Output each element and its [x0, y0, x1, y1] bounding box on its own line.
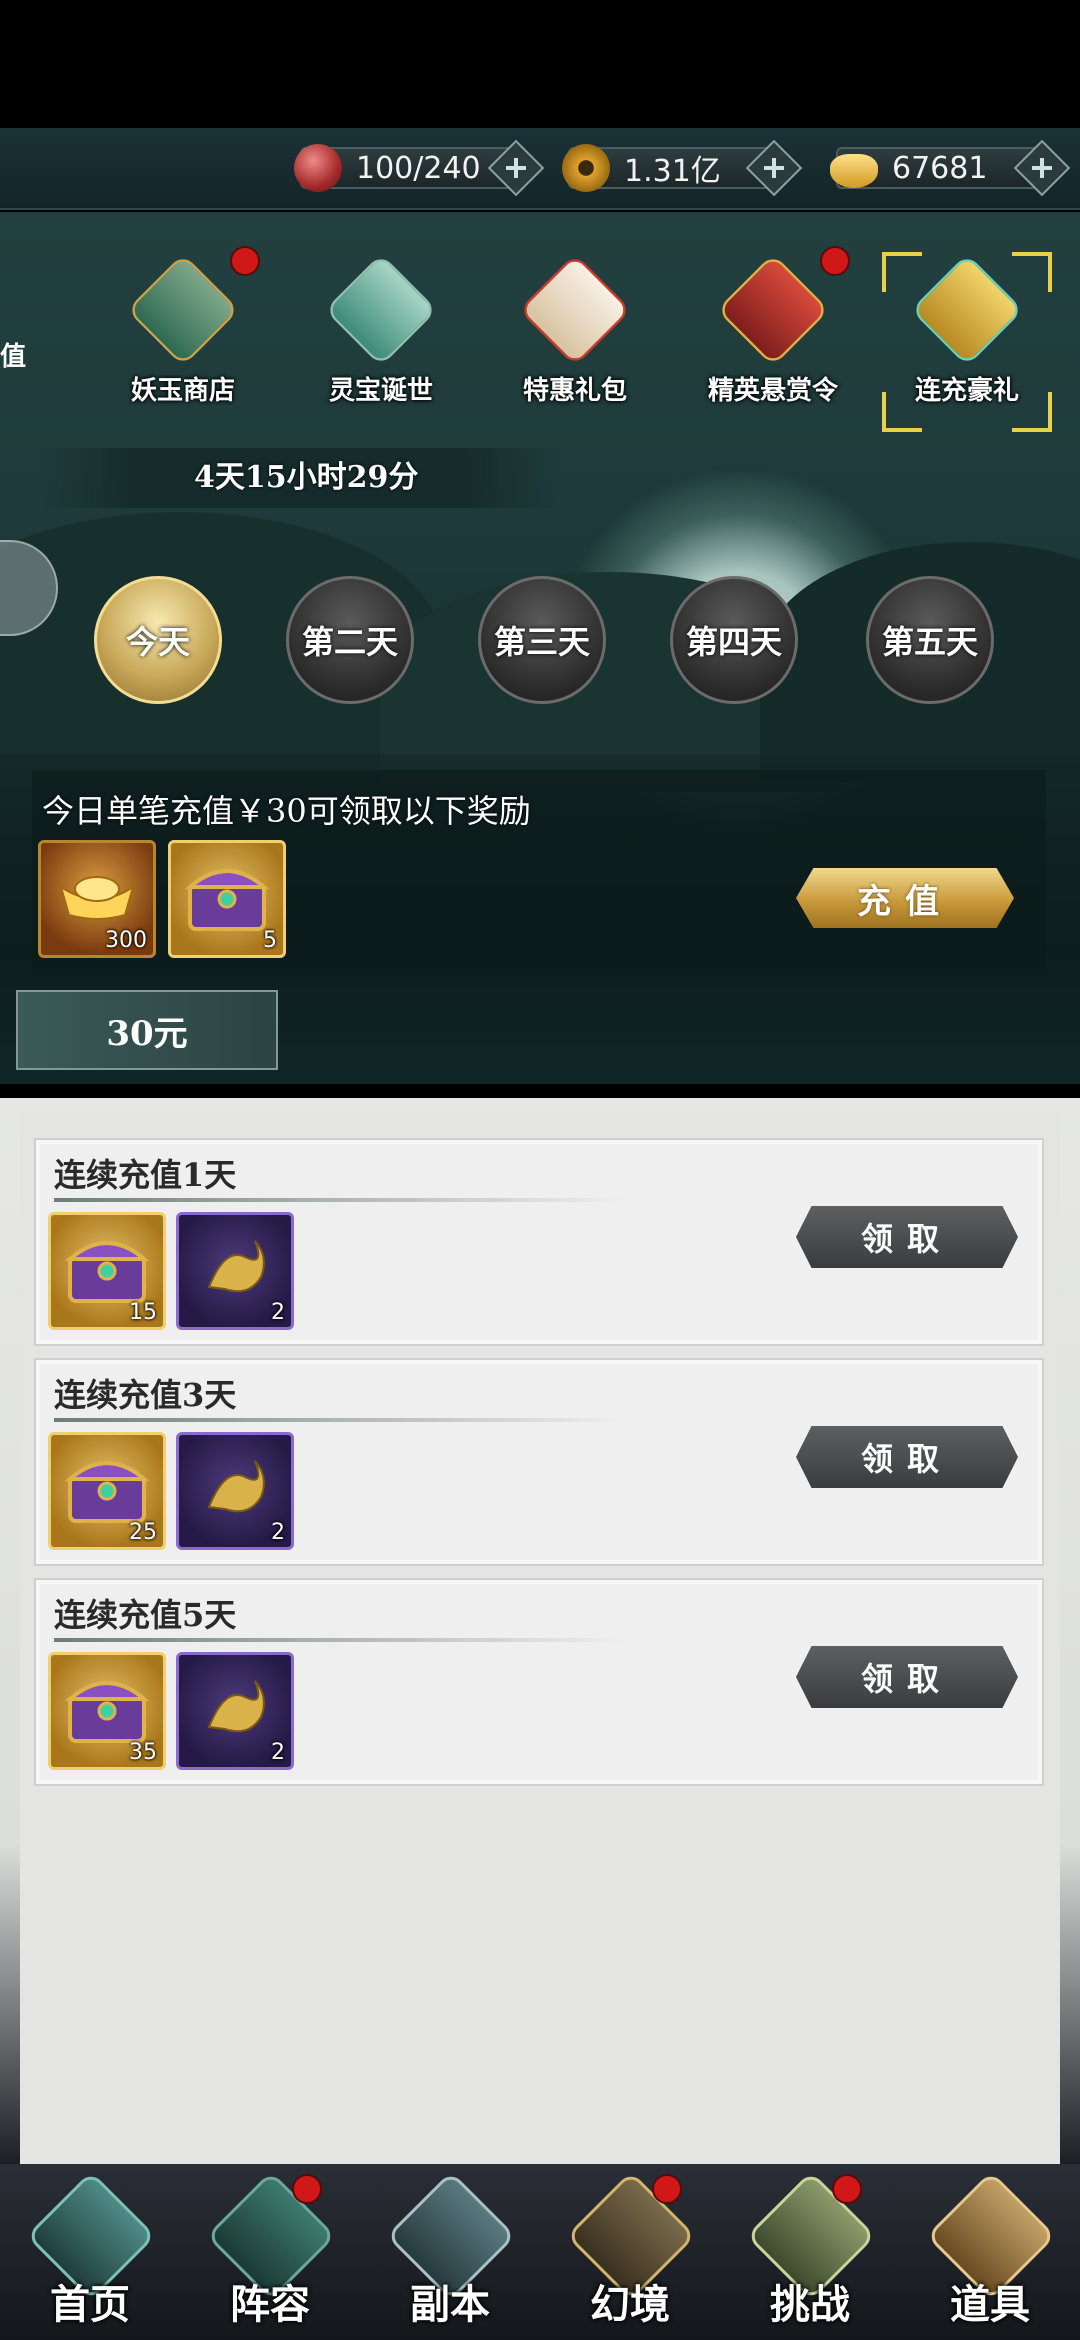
notification-badge — [230, 246, 260, 276]
nav-label: 幻境 — [590, 2281, 670, 2328]
gold-value: 67681 — [892, 150, 988, 186]
reward-item[interactable]: 15 — [48, 1212, 166, 1330]
gift-box-icon — [518, 253, 632, 367]
nav-items[interactable]: 道具 — [900, 2164, 1080, 2340]
claim-button[interactable]: 领取 — [796, 1646, 1018, 1708]
day-tab-5[interactable]: 第五天 — [866, 576, 994, 704]
claim-button[interactable]: 领取 — [796, 1206, 1018, 1268]
gold-ingot-icon — [830, 154, 878, 188]
status-bar-area — [0, 0, 1080, 128]
nav-label: 道具 — [950, 2281, 1030, 2328]
activity-tabs: 妖玉商店 灵宝诞世 特惠礼包 精英悬赏令 连充豪礼 — [0, 212, 1080, 432]
reward-item[interactable]: 25 — [48, 1432, 166, 1550]
purple-chest-icon — [184, 868, 270, 931]
reward-item[interactable]: 35 — [48, 1652, 166, 1770]
golden-dragon-icon — [207, 1679, 265, 1732]
tab-shop[interactable]: 妖玉商店 — [98, 242, 268, 412]
reward-item[interactable]: 300 — [38, 840, 156, 958]
tab-treasure[interactable]: 灵宝诞世 — [296, 242, 466, 412]
purple-chest-icon — [64, 1460, 150, 1523]
nav-label: 阵容 — [230, 2281, 310, 2328]
daily-reward-condition: 今日单笔充值￥30可领取以下奖励 — [42, 792, 531, 830]
nav-lineup[interactable]: 阵容 — [180, 2164, 360, 2340]
reward-item[interactable]: 2 — [176, 1652, 294, 1770]
list-item: 连续充值3天 25 2 领取 — [34, 1358, 1044, 1566]
tab-label: 精英悬赏令 — [707, 376, 838, 406]
list-item: 连续充值5天 35 2 领取 — [34, 1578, 1044, 1786]
nav-label: 首页 — [50, 2281, 130, 2328]
day-tab-3[interactable]: 第三天 — [478, 576, 606, 704]
golden-dragon-icon — [207, 1239, 265, 1292]
title-underline — [54, 1418, 624, 1422]
item-count: 15 — [129, 1300, 157, 1325]
bottom-nav: 首页 阵容 副本 幻境 挑战 道具 — [0, 2164, 1080, 2340]
selection-corner — [1012, 252, 1052, 292]
notification-badge — [292, 2174, 322, 2204]
stamina-value: 100/240 — [356, 150, 481, 186]
purple-chest-icon — [64, 1240, 150, 1303]
day-tab-2[interactable]: 第二天 — [286, 576, 414, 704]
copper-coin-icon — [562, 144, 610, 192]
tab-recharge-gift[interactable]: 连充豪礼 — [882, 242, 1052, 432]
notification-badge — [652, 2174, 682, 2204]
list-item: 连续充值1天 15 2 领取 — [34, 1138, 1044, 1346]
notification-badge — [832, 2174, 862, 2204]
item-count: 35 — [129, 1740, 157, 1765]
stamina-resource: 100/240 — [294, 139, 545, 197]
nav-label: 挑战 — [770, 2281, 850, 2328]
reward-item[interactable]: 2 — [176, 1432, 294, 1550]
tab-label: 灵宝诞世 — [328, 376, 433, 406]
tab-label: 连充豪礼 — [914, 376, 1019, 406]
golden-dragon-icon — [207, 1459, 265, 1512]
item-count: 5 — [263, 928, 277, 953]
item-count: 300 — [105, 928, 147, 953]
row-title: 连续充值5天 — [54, 1596, 237, 1634]
event-countdown: 4天15小时29分 — [194, 460, 419, 495]
gold-resource: 67681 — [830, 139, 1071, 197]
row-title: 连续充值3天 — [54, 1376, 237, 1414]
recharge-gift-icon — [910, 253, 1024, 367]
tab-elite-bounty[interactable]: 精英悬赏令 — [688, 242, 858, 412]
coin-value: 1.31亿 — [624, 154, 721, 189]
nav-illusion[interactable]: 幻境 — [540, 2164, 720, 2340]
selection-corner — [882, 252, 922, 292]
amount-tab-30[interactable]: 30元 — [16, 990, 278, 1070]
title-underline — [54, 1638, 624, 1642]
nav-home[interactable]: 首页 — [0, 2164, 180, 2340]
treasure-icon — [324, 253, 438, 367]
coin-resource: 1.31亿 — [562, 139, 803, 197]
tab-label: 特惠礼包 — [522, 376, 627, 406]
reward-item[interactable]: 2 — [176, 1212, 294, 1330]
day-tab-4[interactable]: 第四天 — [670, 576, 798, 704]
shop-icon — [126, 253, 240, 367]
purple-chest-icon — [64, 1680, 150, 1743]
nav-label: 副本 — [410, 2281, 490, 2328]
item-count: 25 — [129, 1520, 157, 1545]
tab-label: 妖玉商店 — [130, 376, 235, 406]
item-count: 2 — [271, 1740, 285, 1765]
item-count: 2 — [271, 1300, 285, 1325]
recharge-button[interactable]: 充值 — [796, 868, 1014, 928]
resource-bar: 100/240 1.31亿 67681 — [0, 128, 1080, 210]
tab-special-gift[interactable]: 特惠礼包 — [490, 242, 660, 412]
bounty-icon — [716, 253, 830, 367]
gold-ingot-icon — [59, 875, 135, 920]
nav-dungeon[interactable]: 副本 — [360, 2164, 540, 2340]
item-count: 2 — [271, 1520, 285, 1545]
reward-item[interactable]: 5 — [168, 840, 286, 958]
nav-challenge[interactable]: 挑战 — [720, 2164, 900, 2340]
claim-button[interactable]: 领取 — [796, 1426, 1018, 1488]
title-underline — [54, 1198, 624, 1202]
stamina-icon — [294, 144, 342, 192]
notification-badge — [820, 246, 850, 276]
day-tab-1[interactable]: 今天 — [94, 576, 222, 704]
row-title: 连续充值1天 — [54, 1156, 237, 1194]
